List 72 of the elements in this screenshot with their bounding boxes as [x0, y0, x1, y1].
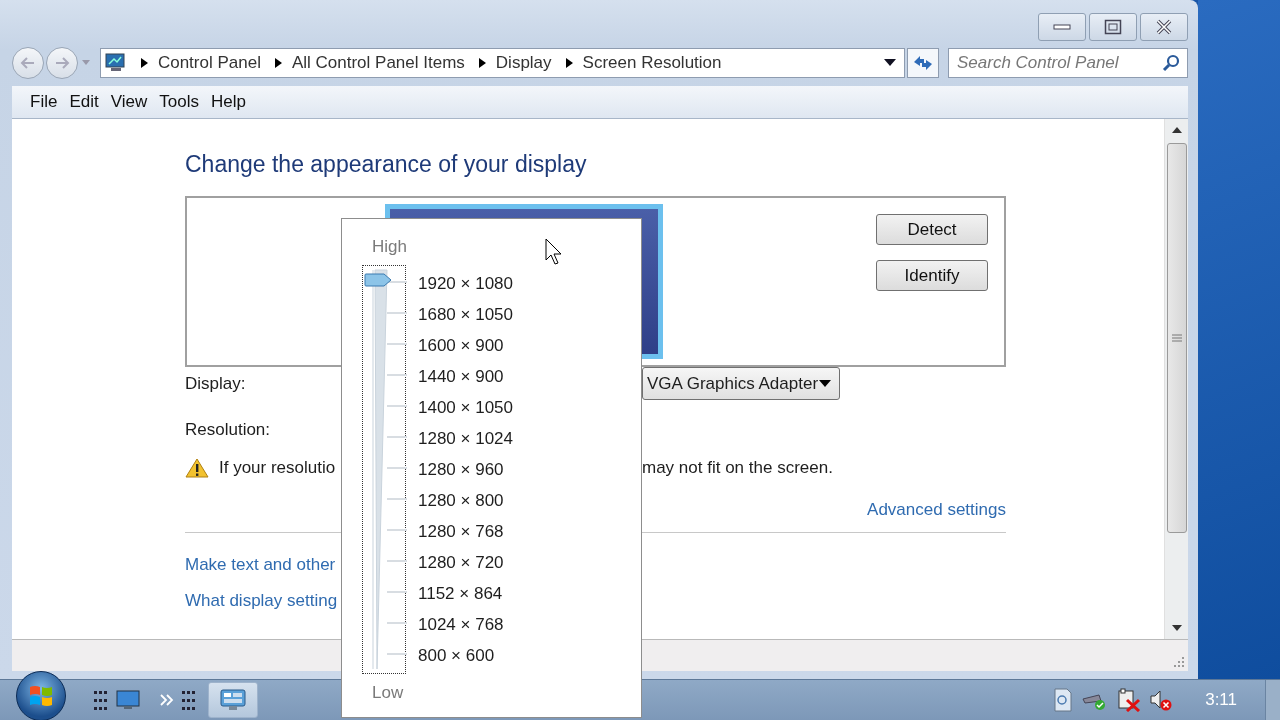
page-heading: Change the appearance of your display [185, 151, 588, 178]
slider-label: Low [372, 683, 404, 703]
help-link[interactable]: Make text and other [185, 555, 336, 575]
scrollbar-thumb[interactable] [1166, 143, 1187, 533]
breadcrumb[interactable]: Screen Resolution [582, 53, 722, 73]
menu-item[interactable]: File [30, 92, 58, 112]
maximize-icon [1104, 19, 1122, 35]
resolution-option[interactable]: 1280 × 768 [418, 520, 513, 551]
advanced-settings-link[interactable]: Advanced settings [867, 500, 1006, 520]
forward-arrow-icon [54, 56, 70, 70]
help-link[interactable]: What display setting [185, 591, 338, 611]
resolution-option[interactable]: 1680 × 1050 [418, 303, 513, 334]
address-bar[interactable]: Control Panel All Control Panel Items Display Screen Resolution [99, 48, 906, 78]
scroll-down-icon[interactable] [1171, 625, 1182, 631]
field-label: Display: [185, 373, 246, 394]
resolution-option[interactable]: 1400 × 1050 [418, 396, 513, 427]
resolution-option[interactable]: 1280 × 1024 [418, 427, 513, 458]
control-panel-icon [220, 689, 246, 711]
vertical-scrollbar[interactable] [1164, 119, 1188, 639]
display-dropdown[interactable]: VGA Graphics Adapter [642, 367, 840, 400]
close-icon [1155, 19, 1173, 35]
resolution-option[interactable]: 1600 × 900 [418, 334, 513, 365]
slider-thumb[interactable] [364, 273, 392, 287]
menu-item[interactable]: Edit [69, 92, 99, 112]
maximize-button[interactable] [1089, 13, 1137, 41]
start-button[interactable] [16, 671, 66, 720]
monitor-icon [104, 53, 127, 73]
back-arrow-icon [20, 56, 36, 70]
action-button[interactable]: Detect [876, 214, 988, 245]
toolbar-grip-icon[interactable] [94, 689, 108, 711]
breadcrumb[interactable]: Control Panel [157, 53, 261, 73]
menu-item[interactable]: View [110, 92, 148, 112]
refresh-button[interactable] [907, 48, 939, 78]
menu-item[interactable]: Tools [159, 92, 199, 112]
speaker-muted-icon[interactable] [1149, 688, 1174, 712]
double-chevron-icon[interactable] [160, 694, 174, 706]
resolution-option[interactable]: 1440 × 900 [418, 365, 513, 396]
resolution-option[interactable]: 1152 × 864 [418, 582, 513, 613]
chevron-right-icon[interactable] [478, 58, 486, 68]
chevron-right-icon[interactable] [565, 58, 573, 68]
resolution-slider[interactable] [362, 265, 406, 674]
scroll-up-icon[interactable] [1171, 127, 1182, 133]
search-icon[interactable] [1162, 54, 1180, 72]
dropdown-arrow-icon [819, 379, 831, 388]
resolution-option[interactable]: 1024 × 768 [418, 613, 513, 644]
action-button[interactable]: Identify [876, 260, 988, 291]
refresh-icon [912, 54, 934, 72]
resolution-option[interactable]: 1920 × 1080 [418, 272, 513, 303]
taskbar-app-button[interactable] [208, 682, 258, 718]
warning-text: may not fit on the screen. [642, 458, 834, 478]
resize-grip-icon[interactable] [1174, 657, 1184, 667]
breadcrumb[interactable]: Display [495, 53, 552, 73]
chevron-right-icon[interactable] [274, 58, 282, 68]
resolution-option[interactable]: 1280 × 800 [418, 489, 513, 520]
close-button[interactable] [1140, 13, 1188, 41]
resolution-option[interactable]: 800 × 600 [418, 644, 513, 675]
grip-icon [1171, 333, 1182, 343]
show-desktop-icon[interactable] [116, 690, 140, 710]
document-icon[interactable] [1053, 688, 1074, 712]
resolution-option[interactable]: 1280 × 720 [418, 551, 513, 582]
minimize-icon [1053, 23, 1071, 31]
dropdown-arrow-icon[interactable] [884, 59, 897, 67]
slider-label: High [372, 237, 407, 257]
toolbar-grip-icon[interactable] [182, 689, 196, 711]
breadcrumb[interactable]: All Control Panel Items [291, 53, 465, 73]
warning-icon [185, 458, 209, 478]
menu-item[interactable]: Help [210, 92, 246, 112]
field-label: Resolution: [185, 420, 271, 440]
search-field[interactable]: Search Control Panel [948, 48, 1188, 78]
warning-text: If your resolutio [219, 458, 336, 478]
resolution-option[interactable]: 1280 × 960 [418, 458, 513, 489]
chevron-right-icon[interactable] [140, 58, 148, 68]
